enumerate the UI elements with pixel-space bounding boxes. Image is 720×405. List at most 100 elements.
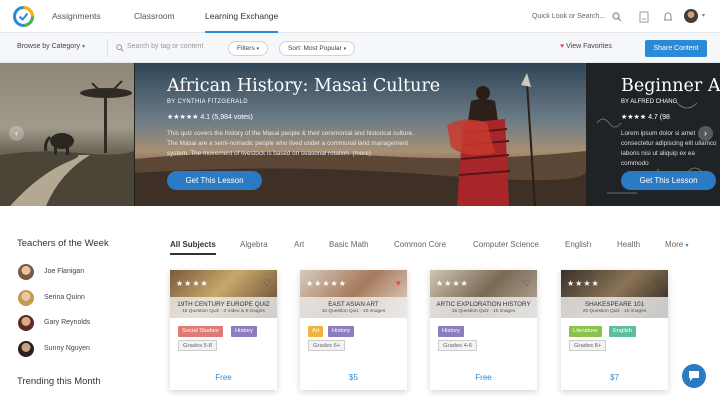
grade-badge: Grades 4-6 — [438, 340, 477, 351]
share-content-button[interactable]: Share Content — [645, 40, 707, 57]
lesson-card[interactable]: ★★★★★ ♥ EAST ASIAN ART 10 Question Quiz … — [300, 270, 407, 390]
document-icon[interactable] — [639, 11, 649, 23]
tab-health[interactable]: Health — [617, 240, 640, 249]
star-rating-icon: ★★★★ — [567, 279, 600, 288]
teachers-heading: Teachers of the Week — [17, 238, 109, 249]
chevron-down-icon: ▾ — [343, 46, 347, 52]
filters-dropdown[interactable]: Filters ▾ — [228, 41, 269, 56]
card-image: ★★★★ ♡ SHAKESPEARE 101 20 Question Quiz … — [561, 270, 668, 318]
lesson-card[interactable]: ★★★★ ♡ SHAKESPEARE 101 20 Question Quiz … — [561, 270, 668, 390]
browse-category-label: Browse by Category — [17, 43, 81, 50]
chevron-down-icon: ▾ — [685, 243, 689, 249]
rating-text: 4.1 (5,984 votes) — [200, 114, 253, 121]
avatar — [18, 290, 34, 306]
search-icon[interactable] — [612, 11, 622, 23]
teacher-name: Gary Reynolds — [44, 319, 91, 326]
avatar — [18, 341, 34, 357]
tag-social-studies[interactable]: Social Studies — [178, 326, 223, 337]
view-favorites-link[interactable]: ♥ View Favorites — [560, 43, 612, 50]
card-title: ARTIC EXPLORATION HISTORY — [436, 301, 531, 308]
tab-all-subjects[interactable]: All Subjects — [170, 240, 216, 249]
filters-label: Filters — [237, 45, 255, 52]
card-title-band: ARTIC EXPLORATION HISTORY 15 Question Qu… — [430, 297, 537, 318]
chevron-down-icon: ▾ — [81, 44, 85, 50]
card-price[interactable]: Free — [170, 373, 277, 382]
star-rating-icon: ★★★★★ — [306, 279, 347, 288]
star-rating-icon: ★★★★ — [621, 114, 647, 121]
chevron-down-icon[interactable]: ▾ — [702, 12, 705, 19]
bell-icon[interactable] — [663, 11, 673, 23]
tab-classroom[interactable]: Classroom — [134, 0, 175, 33]
next-get-this-lesson-button[interactable]: Get This Lesson — [621, 171, 716, 190]
sort-label: Sort: Most Popular — [288, 45, 342, 52]
logo-icon[interactable] — [13, 6, 34, 27]
chevron-down-icon: ▾ — [256, 46, 260, 52]
grade-badge: Grades 5-8 — [178, 340, 217, 351]
quick-search-input[interactable]: Quick Look or Search... — [532, 10, 624, 24]
tag-history[interactable]: History — [328, 326, 355, 337]
tab-assignments[interactable]: Assignments — [52, 0, 101, 33]
lesson-card[interactable]: ★★★★ ♡ ARTIC EXPLORATION HISTORY 15 Ques… — [430, 270, 537, 390]
star-rating-icon: ★★★★ — [436, 279, 469, 288]
featured-carousel: African History: Masai Culture BY CYNTHI… — [0, 63, 720, 206]
browse-category-dropdown[interactable]: Browse by Category ▾ — [17, 43, 85, 50]
user-avatar[interactable] — [684, 9, 698, 23]
rating-text: 4.7 (98 — [648, 114, 670, 121]
heart-icon: ♥ — [560, 43, 565, 50]
tag-english[interactable]: English — [609, 326, 637, 337]
get-this-lesson-button[interactable]: Get This Lesson — [167, 171, 262, 190]
content-search-input[interactable]: Search by tag or content — [127, 43, 203, 50]
search-icon — [116, 44, 124, 52]
tab-algebra[interactable]: Algebra — [240, 240, 268, 249]
chat-button[interactable] — [682, 364, 706, 388]
tab-art[interactable]: Art — [294, 240, 304, 249]
tag-literature[interactable]: Literature — [569, 326, 602, 337]
card-title-band: EAST ASIAN ART 10 Question Quiz · 10 ima… — [300, 297, 407, 318]
chevron-right-icon[interactable]: › — [698, 126, 713, 141]
heart-icon[interactable]: ♥ — [396, 278, 401, 288]
more-label: More — [665, 240, 684, 249]
chat-icon — [689, 371, 699, 381]
chevron-left-icon[interactable]: ‹ — [9, 126, 24, 141]
heart-icon[interactable]: ♡ — [263, 278, 271, 289]
sort-dropdown[interactable]: Sort: Most Popular ▾ — [279, 41, 356, 56]
teacher-name: Serina Quinn — [44, 294, 85, 301]
card-price[interactable]: $7 — [561, 373, 668, 382]
avatar — [18, 315, 34, 331]
tag-art[interactable]: Art — [308, 326, 324, 337]
tab-learning-exchange[interactable]: Learning Exchange — [205, 0, 279, 33]
teacher-name: Sunny Nguyen — [44, 345, 90, 352]
tab-computer-science[interactable]: Computer Science — [473, 240, 539, 249]
more-subjects-dropdown[interactable]: More ▾ — [665, 240, 688, 249]
lesson-card[interactable]: ★★★★ ♡ 19TH CENTURY EUROPE QUIZ 15 Quest… — [170, 270, 277, 390]
avatar — [18, 264, 34, 280]
tab-common-core[interactable]: Common Core — [394, 240, 446, 249]
trending-heading: Trending this Month — [17, 376, 101, 387]
tab-english[interactable]: English — [565, 240, 591, 249]
featured-rating: ★★★★★ 4.1 (5,984 votes) — [167, 113, 253, 121]
heart-icon[interactable]: ♡ — [523, 278, 531, 289]
card-title: 19TH CENTURY EUROPE QUIZ — [177, 301, 270, 308]
tab-basic-math[interactable]: Basic Math — [329, 240, 369, 249]
card-title: EAST ASIAN ART — [328, 301, 379, 308]
featured-slide: African History: Masai Culture BY CYNTHI… — [135, 63, 586, 206]
card-image: ★★★★ ♡ 19TH CENTURY EUROPE QUIZ 15 Quest… — [170, 270, 277, 318]
card-price[interactable]: $5 — [300, 373, 407, 382]
star-rating-icon: ★★★★★ — [167, 114, 199, 121]
next-slide-author: BY ALFRED CHANG — [621, 99, 678, 105]
tag-history[interactable]: History — [231, 326, 258, 337]
tag-history[interactable]: History — [438, 326, 465, 337]
next-slide-rating: ★★★★ 4.7 (98 — [621, 113, 670, 121]
heart-icon[interactable]: ♡ — [654, 278, 662, 289]
exchange-toolbar: Browse by Category ▾ Search by tag or co… — [0, 33, 720, 63]
card-image: ★★★★★ ♥ EAST ASIAN ART 10 Question Quiz … — [300, 270, 407, 318]
card-image: ★★★★ ♡ ARTIC EXPLORATION HISTORY 15 Ques… — [430, 270, 537, 318]
card-meta: 10 Question Quiz · 10 images — [321, 309, 386, 314]
card-price[interactable]: Free — [430, 373, 537, 382]
top-nav: Assignments Classroom Learning Exchange … — [0, 0, 720, 33]
featured-description: This quiz covers the history of the Masa… — [167, 130, 414, 157]
card-title: SHAKESPEARE 101 — [584, 301, 645, 308]
next-slide-title: Beginner Al — [621, 76, 720, 96]
featured-title[interactable]: African History: Masai Culture — [167, 76, 440, 96]
card-meta: 20 Question Quiz · 10 images — [582, 309, 647, 314]
